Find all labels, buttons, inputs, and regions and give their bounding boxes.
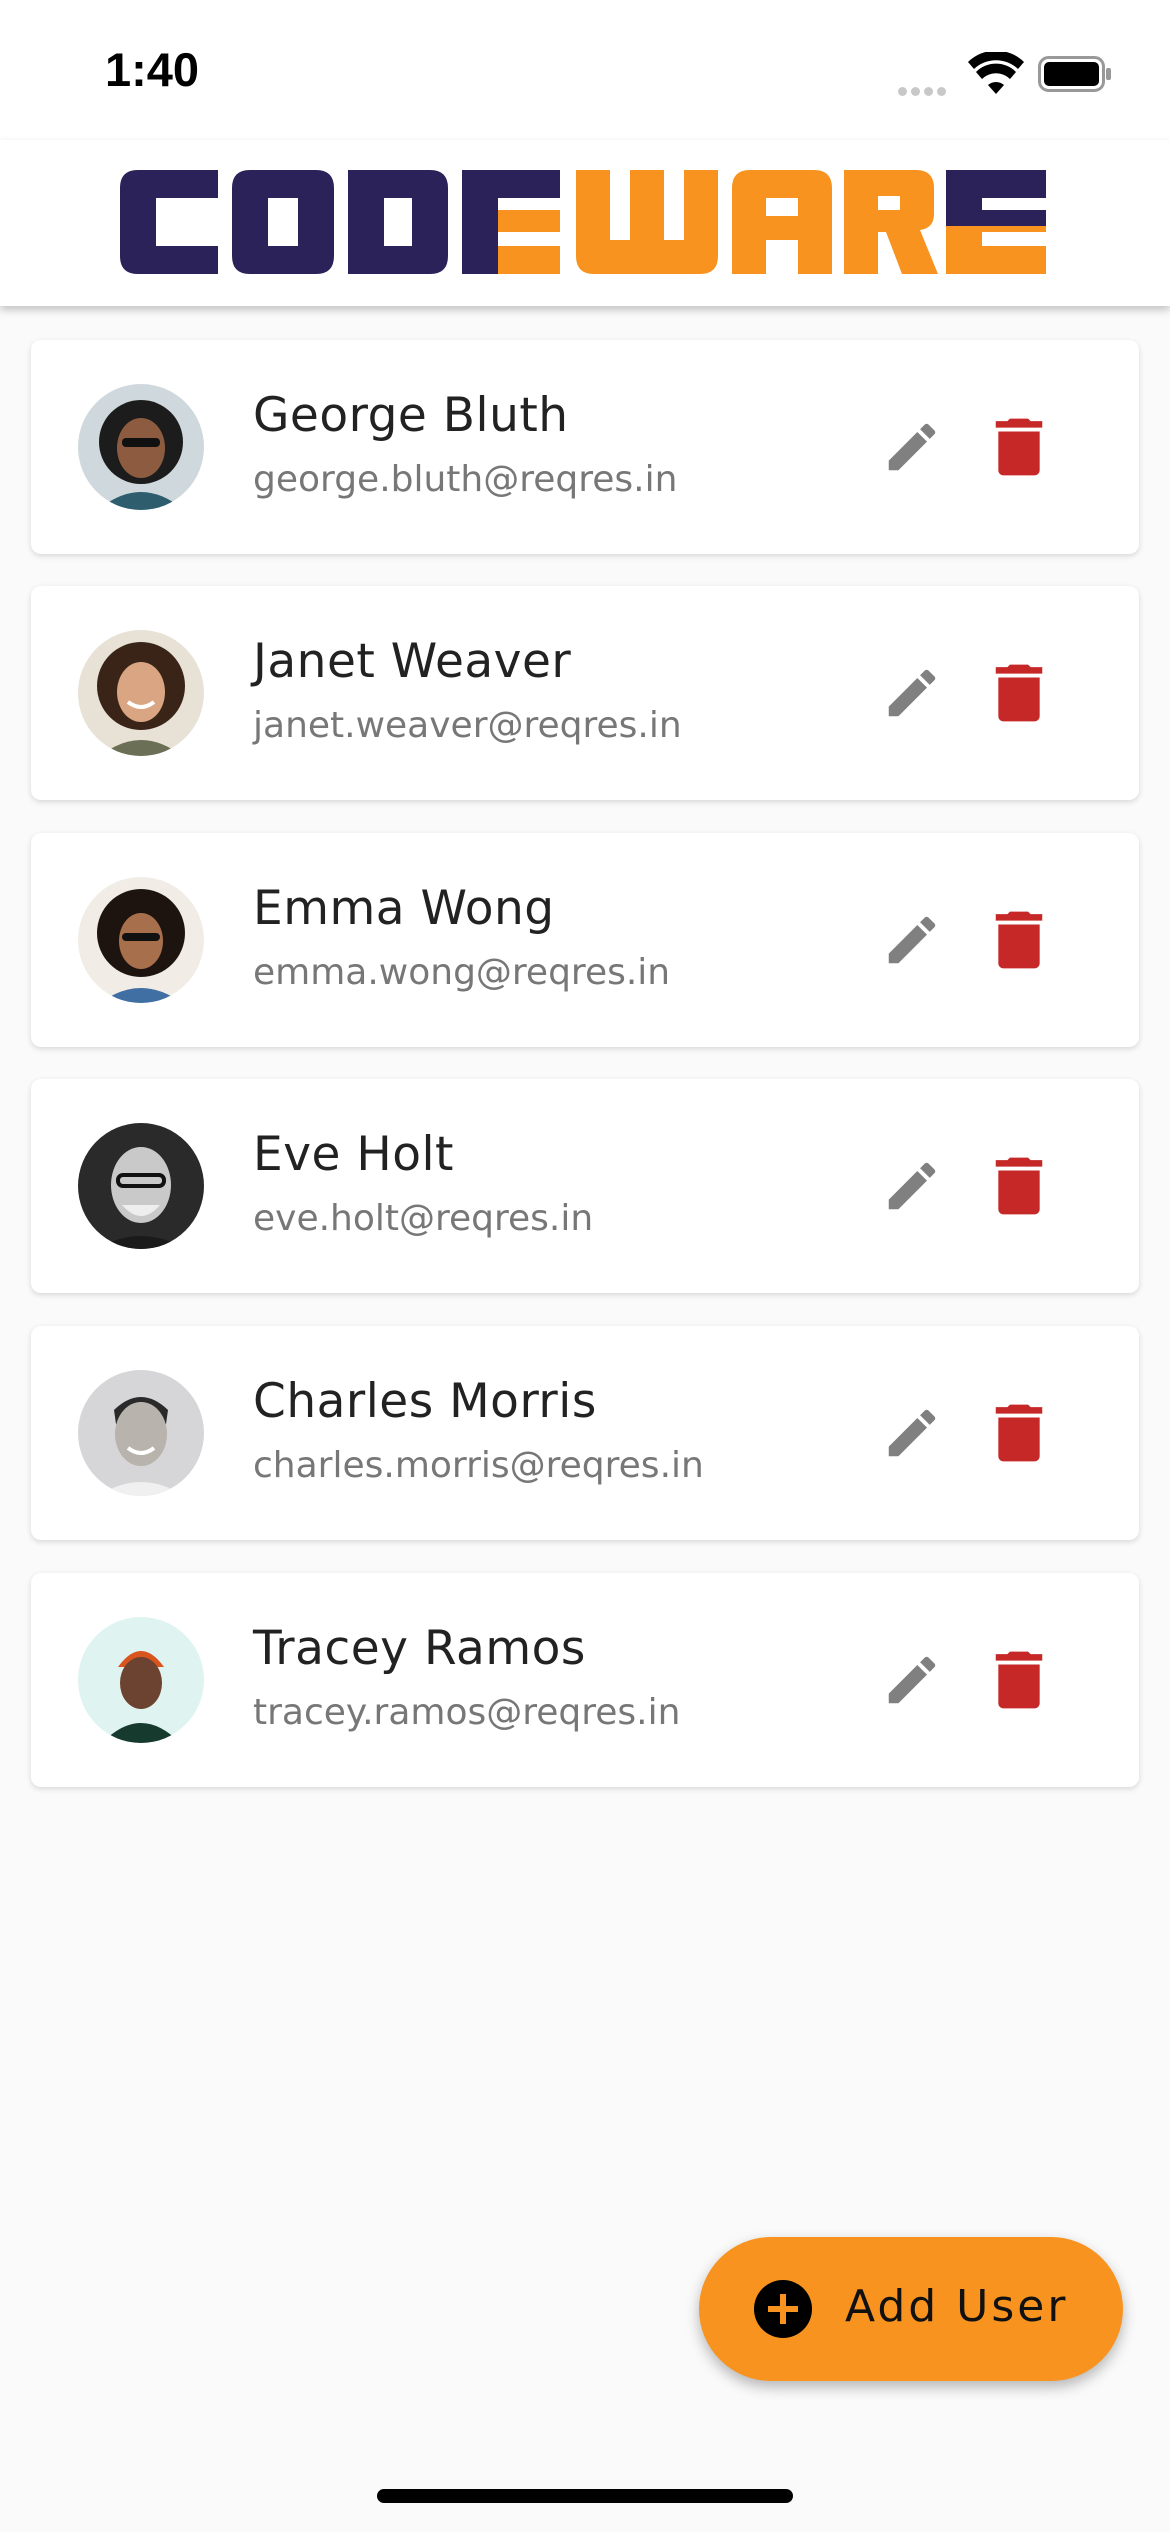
trash-icon[interactable] — [993, 1155, 1045, 1217]
user-email: tracey.ramos@reqres.in — [253, 1692, 681, 1733]
home-indicator — [377, 2489, 793, 2503]
pencil-icon[interactable] — [881, 416, 943, 478]
user-card[interactable]: Eve Holt eve.holt@reqres.in — [31, 1079, 1139, 1293]
avatar — [78, 1123, 204, 1249]
avatar — [78, 1370, 204, 1496]
trash-icon[interactable] — [993, 1402, 1045, 1464]
user-name: Emma Wong — [253, 881, 555, 936]
user-name: Tracey Ramos — [253, 1621, 586, 1676]
user-name: Janet Weaver — [253, 634, 572, 689]
avatar — [78, 630, 204, 756]
user-card[interactable]: Tracey Ramos tracey.ramos@reqres.in — [31, 1573, 1139, 1787]
user-name: Charles Morris — [253, 1374, 597, 1429]
user-email: charles.morris@reqres.in — [253, 1445, 704, 1486]
user-card[interactable]: Charles Morris charles.morris@reqres.in — [31, 1326, 1139, 1540]
trash-icon[interactable] — [993, 416, 1045, 478]
user-card[interactable]: Emma Wong emma.wong@reqres.in — [31, 833, 1139, 1047]
avatar — [78, 1617, 204, 1743]
avatar — [78, 877, 204, 1003]
pencil-icon[interactable] — [881, 1402, 943, 1464]
signal-icon — [898, 81, 950, 100]
user-name: George Bluth — [253, 388, 569, 443]
trash-icon[interactable] — [993, 1649, 1045, 1711]
user-email: janet.weaver@reqres.in — [253, 705, 682, 746]
wifi-icon — [968, 52, 1024, 94]
user-email: emma.wong@reqres.in — [253, 952, 671, 993]
status-time: 1:40 — [105, 43, 200, 96]
pencil-icon[interactable] — [881, 662, 943, 724]
app-bar — [0, 140, 1170, 306]
add-user-label: Add User — [845, 2281, 1069, 2332]
trash-icon[interactable] — [993, 662, 1045, 724]
pencil-icon[interactable] — [881, 909, 943, 971]
battery-icon — [1038, 56, 1111, 92]
pencil-icon[interactable] — [881, 1155, 943, 1217]
plus-circle-icon — [754, 2280, 812, 2338]
avatar — [78, 384, 204, 510]
user-card[interactable]: George Bluth george.bluth@reqres.in — [31, 340, 1139, 554]
add-user-button[interactable]: Add User — [699, 2237, 1123, 2381]
user-card[interactable]: Janet Weaver janet.weaver@reqres.in — [31, 586, 1139, 800]
user-email: george.bluth@reqres.in — [253, 459, 678, 500]
pencil-icon[interactable] — [881, 1649, 943, 1711]
status-bar: 1:40 — [0, 0, 1170, 140]
user-email: eve.holt@reqres.in — [253, 1198, 594, 1239]
codeware-logo — [120, 170, 1046, 274]
trash-icon[interactable] — [993, 909, 1045, 971]
user-name: Eve Holt — [253, 1127, 454, 1182]
